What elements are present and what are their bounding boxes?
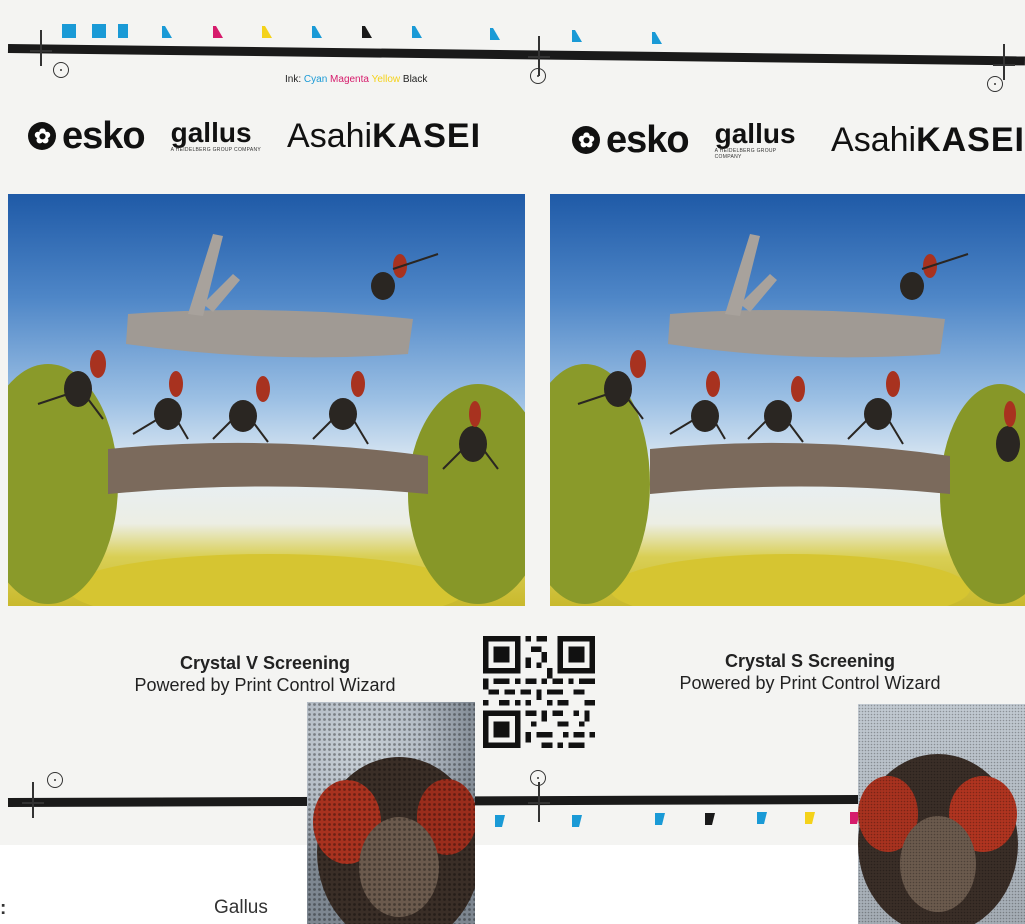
caption-subtitle: Powered by Print Control Wizard: [679, 673, 941, 693]
crop-mark: [22, 782, 44, 818]
esko-logo: ✿ esko: [28, 114, 146, 158]
ink-cyan: Cyan: [303, 74, 328, 85]
black-tick: [705, 813, 715, 825]
ant-head-closeup: [858, 704, 1025, 924]
registration-mark-icon: [47, 772, 63, 788]
qr-code: [483, 636, 595, 748]
registration-mark-icon: [53, 62, 69, 78]
ants-illustration: [8, 234, 525, 606]
cyan-tick: [490, 28, 500, 40]
caption-left: Crystal V Screening Powered by Print Con…: [70, 652, 460, 696]
gallus-tagline: A HEIDELBERG GROUP COMPANY: [170, 147, 262, 153]
cyan-tick: [495, 815, 505, 827]
footer-label-left: :: [0, 898, 7, 919]
esko-logo-icon: ✿: [572, 126, 600, 154]
gallus-logo: gallus A HEIDELBERG GROUP COMPANY: [170, 117, 262, 154]
ink-magenta: Magenta: [330, 74, 369, 85]
gallus-logo: gallus A HEIDELBERG GROUP COMPANY: [714, 118, 805, 161]
cyan-tick: [572, 30, 582, 42]
caption-subtitle: Powered by Print Control Wizard: [134, 675, 396, 695]
ink-black: Black: [402, 74, 428, 85]
caption-right: Crystal S Screening Powered by Print Con…: [615, 650, 1005, 694]
cyan-tick: [412, 26, 422, 38]
asahi-kasei-logo: AsahiKASEI: [831, 121, 1025, 160]
zoom-inset-right: [858, 704, 1025, 924]
zoom-inset-left: [307, 702, 475, 924]
cyan-tick: [162, 26, 172, 38]
cyan-tick: [757, 812, 767, 824]
ink-yellow: Yellow: [371, 74, 401, 85]
kasei-bold: KASEI: [916, 120, 1025, 159]
top-register-bar: [7, 44, 1025, 66]
cyan-patch: [62, 24, 76, 38]
crop-mark: [528, 782, 550, 822]
logo-row-right: ✿ esko gallus A HEIDELBERG GROUP COMPANY…: [572, 116, 1025, 164]
black-tick: [362, 26, 372, 38]
registration-mark-icon: [530, 68, 546, 84]
cyan-patch: [118, 24, 128, 38]
magenta-tick: [213, 26, 223, 38]
crop-mark: [30, 30, 52, 66]
asahi-light: Asahi: [831, 120, 917, 159]
kasei-bold: KASEI: [372, 116, 482, 155]
crop-mark: [993, 44, 1015, 80]
registration-mark-icon: [987, 76, 1003, 92]
caption-title: Crystal S Screening: [724, 651, 896, 671]
ant-head-closeup: [307, 702, 475, 924]
caption-title: Crystal V Screening: [179, 653, 351, 673]
yellow-tick: [805, 812, 815, 824]
gallus-tagline: A HEIDELBERG GROUP COMPANY: [714, 148, 777, 160]
cyan-tick: [572, 815, 582, 827]
esko-wordmark: esko: [606, 118, 690, 161]
ink-prefix: Ink:: [285, 74, 302, 85]
esko-logo-icon: ✿: [28, 122, 56, 150]
esko-logo: ✿ esko: [572, 118, 690, 162]
cyan-tick: [652, 32, 662, 44]
ants-photo-right: [550, 194, 1025, 606]
logo-row-left: ✿ esko gallus A HEIDELBERG GROUP COMPANY…: [28, 112, 481, 160]
yellow-tick: [262, 26, 272, 38]
footer-label-gallus: Gallus: [214, 897, 268, 918]
cyan-patch: [92, 24, 106, 38]
ants-illustration: [550, 234, 1025, 606]
ants-photo-left: [8, 194, 525, 606]
cyan-tick: [655, 813, 665, 825]
asahi-light: Asahi: [287, 116, 373, 155]
ink-legend: Ink: Cyan Magenta Yellow Black: [285, 74, 427, 85]
gallus-wordmark: gallus: [714, 118, 796, 149]
cyan-tick: [312, 26, 322, 38]
asahi-kasei-logo: AsahiKASEI: [287, 117, 481, 156]
esko-wordmark: esko: [62, 114, 146, 157]
gallus-wordmark: gallus: [170, 117, 252, 148]
